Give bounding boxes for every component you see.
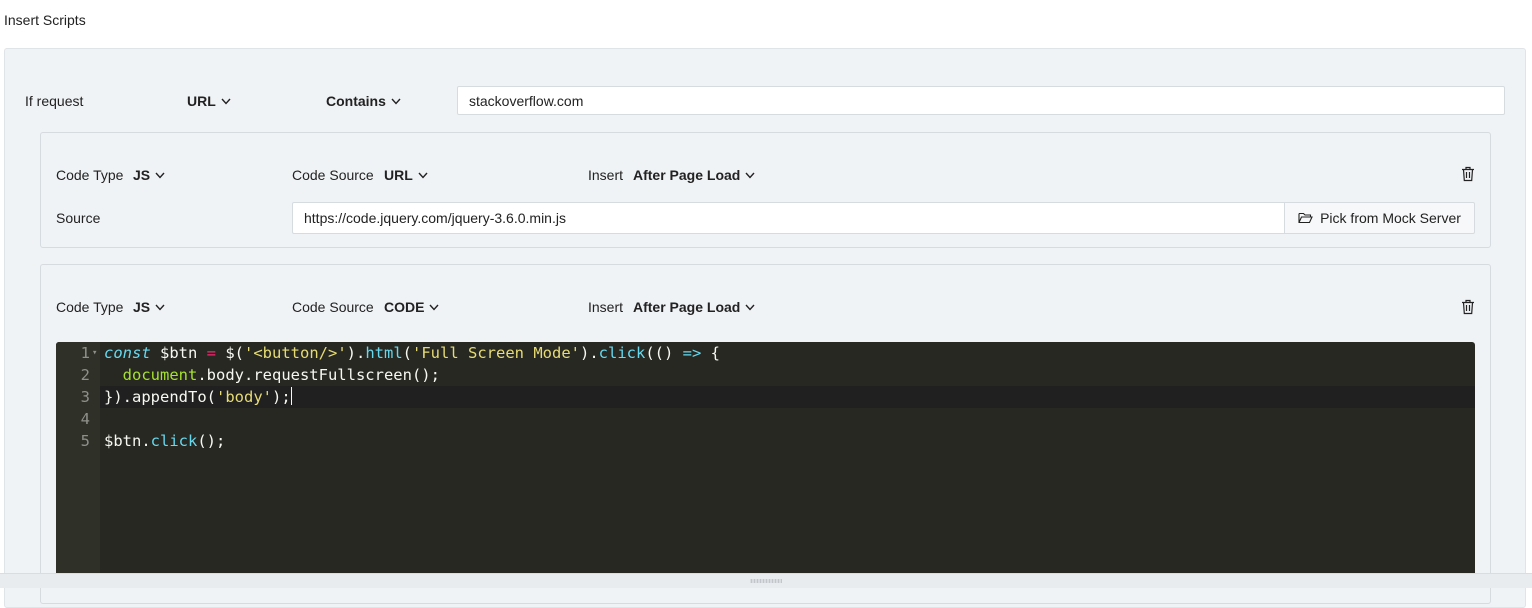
chevron-down-icon [428,301,440,313]
insert-timing-dropdown[interactable]: After Page Load [633,167,756,183]
if-request-label: If request [25,93,84,109]
insert-timing-value: After Page Load [633,299,741,315]
chevron-down-icon [417,169,429,181]
pick-from-mock-server-button[interactable]: Pick from Mock Server [1284,202,1475,234]
insert-timing-dropdown[interactable]: After Page Load [633,299,756,315]
editor-gutter: 1 ▾ 2 3 4 5 [56,342,100,582]
resize-bar [0,573,1532,588]
code-source-label: Code Source [292,167,374,183]
code-line-1: const $btn = $('<button/>').html('Full S… [104,344,721,362]
code-source-label: Code Source [292,299,374,315]
chevron-down-icon [744,169,756,181]
code-line-2: document.body.requestFullscreen(); [122,366,440,384]
code-type-value: JS [133,167,151,183]
request-operator-value: Contains [326,93,386,109]
code-type-dropdown[interactable]: JS [133,299,166,315]
code-editor[interactable]: 1 ▾ 2 3 4 5 const $btn = $('<button/>').… [56,342,1475,582]
line-number: 5 [80,432,90,450]
chevron-down-icon [390,95,402,107]
line-number: 4 [80,410,90,428]
chevron-down-icon [154,301,166,313]
line-number: 1 [80,344,90,362]
trash-icon[interactable] [1461,299,1475,315]
code-source-dropdown[interactable]: CODE [384,299,440,315]
insert-timing-value: After Page Load [633,167,741,183]
trash-icon[interactable] [1461,166,1475,182]
code-type-label: Code Type [56,167,124,183]
insert-label: Insert [588,167,624,183]
insert-label: Insert [588,299,624,315]
line-number: 2 [80,366,90,384]
code-source-dropdown[interactable]: URL [384,167,429,183]
code-type-value: JS [133,299,151,315]
folder-open-icon [1298,212,1313,224]
request-field-value: URL [187,93,216,109]
code-source-value: URL [384,167,413,183]
code-source-value: CODE [384,299,425,315]
code-type-dropdown[interactable]: JS [133,167,166,183]
code-line-5: $btn.click(); [104,432,226,450]
code-type-label: Code Type [56,299,124,315]
fold-toggle-icon[interactable]: ▾ [92,342,97,364]
request-operator-dropdown[interactable]: Contains [326,93,402,109]
chevron-down-icon [744,301,756,313]
active-line-highlight [100,386,1475,408]
request-url-input[interactable] [457,86,1505,115]
source-label: Source [56,210,101,226]
source-url-input[interactable] [292,202,1285,234]
chevron-down-icon [154,169,166,181]
page-title: Insert Scripts [4,12,86,28]
text-cursor [290,387,292,405]
request-field-dropdown[interactable]: URL [187,93,232,109]
resize-grip-icon[interactable] [750,579,782,583]
line-number: 3 [80,388,90,406]
code-line-3: }).appendTo('body'); [104,387,292,406]
chevron-down-icon [220,95,232,107]
pick-button-label: Pick from Mock Server [1320,210,1461,226]
